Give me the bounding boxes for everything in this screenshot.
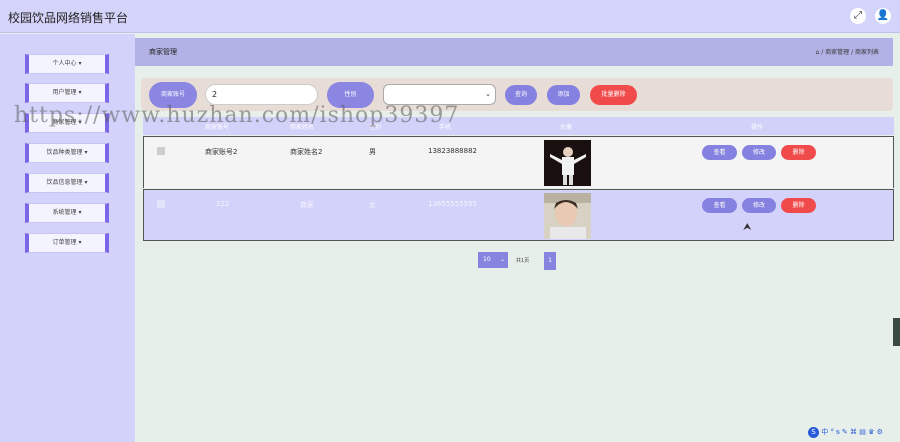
gender-select[interactable]: ⌄ (383, 84, 496, 105)
header-avatar: 头像 (560, 124, 573, 131)
row-checkbox[interactable] (157, 200, 165, 208)
sidebar-item-personal-center[interactable]: 个人中心 ▾ (25, 54, 109, 74)
table-row: 商家账号2 商家姓名2 男 13823888882 查看 修改 删除 (143, 136, 894, 188)
sidebar-item-user-management[interactable]: 用户管理 ▾ (25, 83, 109, 103)
ime-logo-icon: S (808, 427, 819, 438)
sidebar-item-drink-info[interactable]: 饮品信息管理 ▾ (25, 173, 109, 193)
cell-account: 222 (216, 200, 230, 208)
delete-button[interactable]: 删除 (781, 198, 816, 213)
chevron-down-icon: ⌄ (485, 90, 491, 98)
side-tab-handle[interactable] (893, 318, 900, 346)
batch-delete-button[interactable]: 批量删除 (590, 85, 637, 105)
watermark-text: https://www.huzhan.com/ishop39397 (14, 103, 460, 128)
page-title: 商家管理 (149, 48, 177, 56)
app-title: 校园饮品网络销售平台 (8, 11, 129, 25)
mouse-cursor-icon: ⮝ (743, 222, 752, 233)
account-input[interactable]: 2 (205, 84, 318, 105)
cell-account: 商家账号2 (205, 148, 238, 156)
cell-name: 商家姓名2 (290, 148, 323, 156)
page-number-button[interactable]: 1 (544, 252, 556, 270)
cell-gender: 女 (369, 201, 376, 209)
avatar (544, 193, 591, 239)
edit-button[interactable]: 修改 (742, 198, 776, 213)
top-bar: 校园饮品网络销售平台 ⤢ 👤 (0, 0, 900, 33)
fullscreen-icon[interactable]: ⤢ (850, 8, 866, 24)
row-checkbox[interactable] (157, 147, 165, 155)
cell-phone: 13823888882 (428, 147, 477, 155)
page-total: 共1页 (516, 258, 530, 264)
sidebar: 个人中心 ▾ 用户管理 ▾ 商家管理 ▾ 饮品种类管理 ▾ 饮品信息管理 ▾ 系… (0, 34, 135, 442)
header-actions: 操作 (751, 124, 764, 131)
ime-toolbar[interactable]: S 中 ° ᵴ ✎ ⌘ ▤ ♛ ⚙ (808, 427, 883, 441)
view-button[interactable]: 查看 (702, 145, 737, 160)
view-button[interactable]: 查看 (702, 198, 737, 213)
sidebar-item-drink-category[interactable]: 饮品种类管理 ▾ (25, 143, 109, 163)
delete-button[interactable]: 删除 (781, 145, 816, 160)
chevron-down-icon: ⌄ (499, 256, 505, 263)
user-icon[interactable]: 👤 (875, 8, 891, 24)
table-row: 222 商家 女 13655555555 查看 修改 删除 (143, 189, 894, 241)
query-button[interactable]: 查询 (505, 85, 537, 105)
breadcrumb[interactable]: ⌂ / 商家管理 / 商家列表 (816, 47, 879, 56)
sidebar-item-order-management[interactable]: 订单管理 ▾ (25, 233, 109, 253)
page-size-value: 10 (483, 256, 491, 263)
add-button[interactable]: 添加 (547, 85, 580, 105)
cell-name: 商家 (300, 201, 314, 209)
cell-gender: 男 (369, 148, 376, 156)
breadcrumb-bar: 商家管理 ⌂ / 商家管理 / 商家列表 (135, 38, 893, 66)
page-size-select[interactable]: 10 ⌄ (478, 252, 508, 268)
avatar (544, 140, 591, 186)
edit-button[interactable]: 修改 (742, 145, 776, 160)
cell-phone: 13655555555 (428, 200, 477, 208)
sidebar-item-system-management[interactable]: 系统管理 ▾ (25, 203, 109, 223)
ime-tools-icons[interactable]: 中 ° ᵴ ✎ ⌘ ▤ ♛ ⚙ (821, 428, 883, 436)
